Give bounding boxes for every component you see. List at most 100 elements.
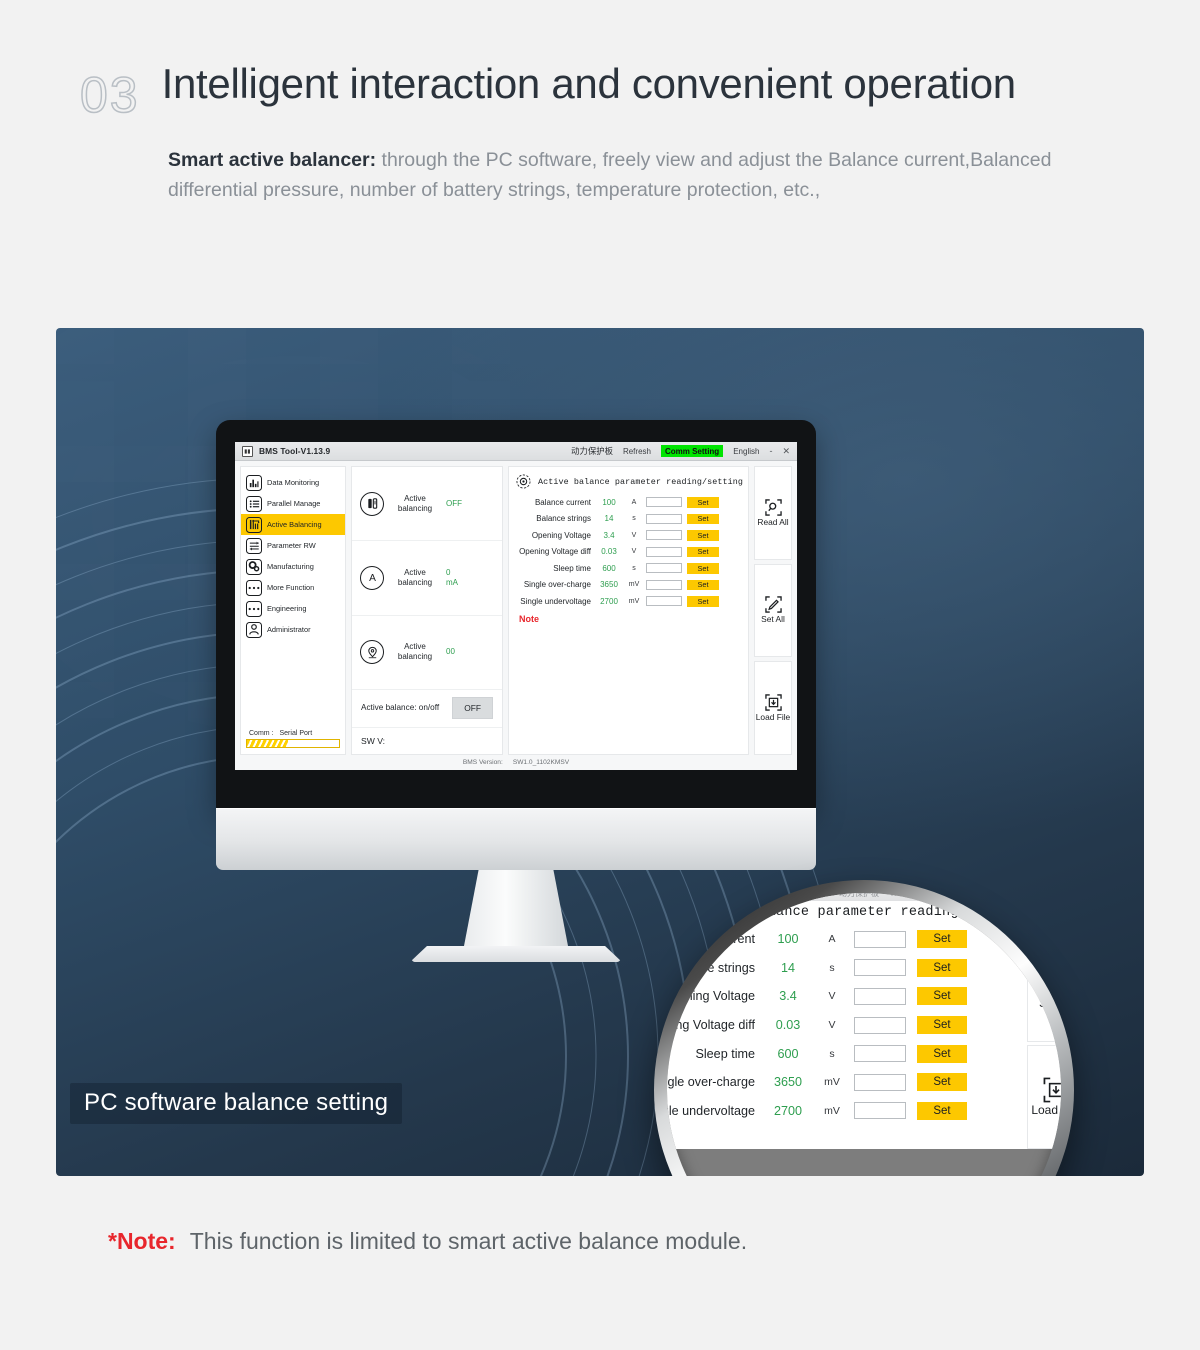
zoomed-param-input[interactable] — [854, 1016, 906, 1034]
param-set-button[interactable]: Set — [687, 546, 719, 557]
bar-chart-glyph — [249, 479, 259, 487]
gears-glyph — [248, 561, 260, 572]
zoomed-app-window: 动力保护板 Refresh Active balance parameter r… — [667, 893, 1061, 1149]
zoomed-set-button[interactable]: Set — [917, 1044, 967, 1063]
active-balance-toggle-button[interactable]: OFF — [452, 697, 493, 720]
status-value: 00 — [446, 647, 455, 657]
sidebar-item-parallel-manage[interactable]: Parallel Manage — [241, 493, 345, 514]
sidebar-item-more-function[interactable]: More Function — [241, 577, 345, 598]
zoomed-set-button[interactable]: Set — [917, 1073, 967, 1092]
zoomed-param-unit: s — [829, 961, 835, 974]
panel-actions: Read All Set All Load File — [754, 466, 792, 756]
comm-setting-button[interactable]: Comm Setting — [660, 445, 724, 457]
zoomed-param-input[interactable] — [854, 987, 906, 1005]
parameter-panel-title: Active balance parameter reading/setting — [538, 476, 744, 487]
zoomed-param-value: 100 — [777, 932, 799, 947]
gears-icon — [246, 558, 262, 575]
zoomed-set-all-button[interactable]: Set All — [1027, 938, 1061, 1042]
window-titlebar: BMS Tool-V1.13.9 动力保护板 Refresh Comm Sett… — [235, 442, 797, 461]
param-input[interactable] — [646, 497, 682, 508]
zoomed-param-input[interactable] — [854, 1073, 906, 1091]
status-label: Active balancing — [397, 493, 433, 513]
zoomed-param-input[interactable] — [854, 1045, 906, 1063]
sw-version-label: SW V: — [361, 735, 386, 746]
param-unit: s — [632, 564, 636, 572]
param-label: Single undervoltage — [520, 596, 591, 606]
param-input[interactable] — [646, 546, 682, 557]
zoomed-param-unit: s — [829, 1047, 835, 1060]
monitor-base — [410, 946, 622, 962]
ellipsis-icon — [246, 579, 262, 596]
ampere-glyph: A — [369, 574, 376, 585]
zoomed-param-input[interactable] — [854, 1102, 906, 1120]
read-all-glyph — [764, 499, 782, 516]
titlebar-cn-label[interactable]: 动力保护板 — [571, 445, 613, 457]
param-input[interactable] — [646, 579, 682, 590]
zoomed-set-button[interactable]: Set — [917, 958, 967, 977]
zoomed-param-row: Balance strings 14 s Set — [667, 954, 1027, 983]
zoomed-set-button[interactable]: Set — [917, 930, 967, 949]
magnifier-content: 动力保护板 Refresh Active balance parameter r… — [667, 893, 1061, 1176]
zoomed-param-input[interactable] — [854, 959, 906, 977]
sidebar-item-manufacturing[interactable]: Manufacturing — [241, 556, 345, 577]
load-file-button[interactable]: Load File — [754, 661, 792, 756]
zoomed-set-button[interactable]: Set — [917, 987, 967, 1006]
zoomed-param-row: Opening Voltage 3.4 V Set — [667, 982, 1027, 1011]
comm-progress-bar — [246, 739, 340, 748]
param-label: Opening Voltage — [531, 530, 591, 540]
page-title: Intelligent interaction and convenient o… — [161, 60, 1017, 107]
param-value: 3.4 — [603, 530, 615, 540]
zoomed-param-unit: V — [828, 990, 836, 1003]
param-set-button[interactable]: Set — [687, 579, 719, 590]
refresh-button[interactable]: Refresh — [623, 447, 651, 456]
read-all-button[interactable]: Read All — [754, 466, 792, 560]
param-set-button[interactable]: Set — [687, 530, 719, 541]
param-unit: mV — [628, 581, 640, 589]
zoomed-load-file-button[interactable]: Load File — [1027, 1045, 1061, 1149]
magnifier-lens: 动力保护板 Refresh Active balance parameter r… — [667, 893, 1061, 1176]
param-set-button[interactable]: Set — [687, 513, 719, 524]
language-button[interactable]: English — [733, 447, 759, 456]
sidebar-item-label: Active Balancing — [267, 520, 322, 529]
footnote-prefix: *Note: — [108, 1228, 176, 1254]
status-value: OFF — [446, 498, 462, 508]
zoomed-read-all-button[interactable] — [1027, 905, 1061, 935]
window-footer: BMS Version: SW1.0_1102KMSV — [235, 755, 797, 770]
zoomed-param-row: Balance current 100 A Set — [667, 925, 1027, 954]
sidebar-item-active-balancing[interactable]: Active Balancing — [241, 514, 345, 535]
bms-version-label: BMS Version: — [462, 759, 503, 766]
close-button[interactable]: ✕ — [782, 446, 790, 456]
param-set-button[interactable]: Set — [687, 596, 719, 607]
minimize-button[interactable]: - — [769, 446, 772, 456]
footnote-text: This function is limited to smart active… — [189, 1228, 748, 1254]
param-input[interactable] — [646, 513, 682, 524]
sidebar-item-engineering[interactable]: Engineering — [241, 598, 345, 619]
param-label: Single over-charge — [523, 580, 591, 590]
param-input[interactable] — [646, 563, 682, 574]
magnifier: 动力保护板 Refresh Active balance parameter r… — [654, 880, 1074, 1176]
sidebar-item-data-monitoring[interactable]: Data Monitoring — [241, 472, 345, 493]
param-set-button[interactable]: Set — [687, 563, 719, 574]
zoomed-param-unit: A — [828, 933, 836, 946]
zoomed-param-label: Opening Voltage — [667, 989, 755, 1004]
zoomed-param-label: Single over-charge — [667, 1075, 755, 1090]
status-value: 0 mA — [446, 567, 458, 587]
sidebar-item-administrator[interactable]: Administrator — [241, 619, 345, 640]
param-input[interactable] — [646, 596, 682, 607]
app-logo-icon — [242, 445, 253, 457]
param-set-button[interactable]: Set — [687, 497, 719, 508]
zoomed-param-value: 2700 — [773, 1103, 803, 1118]
ellipsis-glyph — [248, 586, 260, 589]
param-input[interactable] — [646, 530, 682, 541]
zoomed-param-row: Single undervoltage 2700 mV Set — [667, 1097, 1027, 1126]
sidebar-item-parameter-rw[interactable]: Parameter RW — [241, 535, 345, 556]
param-unit: mV — [628, 597, 640, 605]
set-all-button[interactable]: Set All — [754, 563, 792, 658]
zoomed-action-label: Load File — [1031, 1103, 1061, 1118]
zoomed-set-button[interactable]: Set — [917, 1101, 967, 1120]
zoomed-param-input[interactable] — [854, 930, 906, 948]
status-label: Active balancing — [397, 642, 433, 662]
zoomed-set-button[interactable]: Set — [917, 1016, 967, 1035]
param-row: Balance strings 14 s Set — [513, 511, 744, 528]
